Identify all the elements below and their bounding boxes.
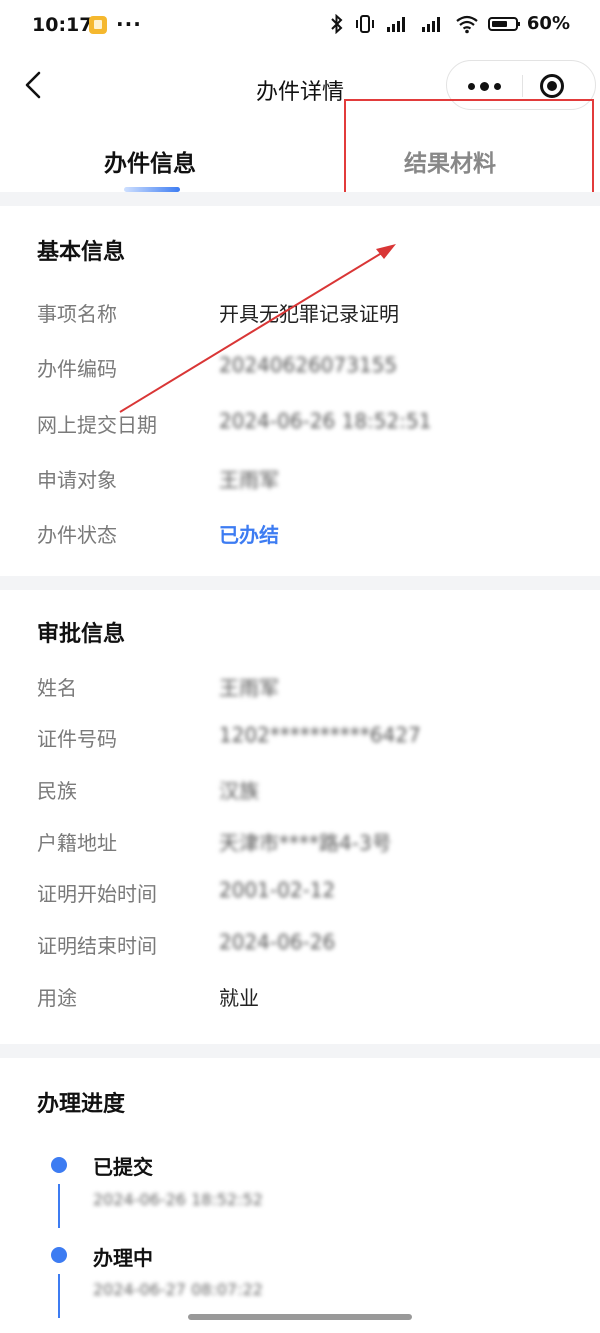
row-label: 户籍地址	[37, 831, 117, 855]
row-label: 网上提交日期	[37, 413, 157, 437]
row-label: 用途	[37, 986, 77, 1010]
row-value: 2001-02-12	[219, 878, 336, 902]
status-more-icon: ···	[116, 12, 142, 36]
row-value: 天津市****路4-3号	[219, 831, 392, 855]
info-row: 事项名称 开具无犯罪记录证明	[0, 298, 600, 328]
status-badge: 已办结	[219, 523, 279, 547]
row-value: 2024-06-26 18:52:51	[219, 409, 432, 433]
row-value: 王雨军	[219, 468, 279, 492]
row-label: 证明结束时间	[37, 934, 157, 958]
status-indicators: 60%	[329, 13, 570, 34]
info-row: 用途 就业	[0, 982, 600, 1012]
close-miniprogram-icon[interactable]	[540, 74, 564, 98]
row-label: 事项名称	[37, 302, 117, 326]
timeline-line	[58, 1274, 60, 1318]
bluetooth-icon	[331, 13, 343, 34]
timeline-step-title: 办理中	[93, 1246, 153, 1270]
section-divider	[0, 1044, 600, 1058]
section-divider	[0, 576, 600, 590]
row-value: 20240626073155	[219, 353, 398, 377]
progress-title: 办理进度	[37, 1092, 126, 1117]
row-value: 开具无犯罪记录证明	[219, 302, 399, 326]
capsule-divider	[522, 75, 523, 97]
vibrate-icon	[355, 14, 374, 33]
row-value: 汉族	[219, 779, 259, 803]
row-value: 2024-06-26	[219, 930, 336, 954]
status-bar: 10:17 ··· 60%	[0, 0, 600, 52]
approval-info-title: 审批信息	[37, 622, 126, 647]
timeline-step-title: 已提交	[93, 1155, 153, 1179]
notification-app-icon	[89, 16, 107, 34]
info-row: 姓名 王雨军	[0, 672, 600, 702]
timeline-line	[58, 1184, 60, 1228]
row-label: 姓名	[37, 676, 77, 700]
home-indicator[interactable]	[188, 1314, 412, 1320]
info-row: 办件编码 20240626073155	[0, 353, 600, 383]
approval-info-card: 审批信息 姓名 王雨军 证件号码 1202**********6427 民族 汉…	[0, 590, 600, 1044]
timeline-dot	[51, 1247, 67, 1263]
timeline-step-time: 2024-06-27 08:07:22	[93, 1280, 263, 1299]
progress-card: 办理进度 已提交 2024-06-26 18:52:52 办理中 2024-06…	[0, 1058, 600, 1333]
info-row: 户籍地址 天津市****路4-3号	[0, 827, 600, 857]
info-row: 办件状态 已办结	[0, 519, 600, 549]
row-label: 办件状态	[37, 523, 117, 547]
info-row: 民族 汉族	[0, 775, 600, 805]
wifi-icon	[456, 15, 478, 33]
basic-info-title: 基本信息	[37, 240, 126, 265]
tab-info[interactable]: 办件信息	[0, 122, 300, 192]
row-value: 王雨军	[219, 676, 279, 700]
info-row: 证件号码 1202**********6427	[0, 723, 600, 753]
row-label: 证明开始时间	[37, 882, 157, 906]
status-time: 10:17	[32, 14, 93, 36]
section-divider	[0, 192, 600, 206]
info-row: 证明开始时间 2001-02-12	[0, 878, 600, 908]
row-value: 就业	[219, 986, 259, 1010]
row-label: 办件编码	[37, 357, 117, 381]
row-value: 1202**********6427	[219, 723, 421, 747]
basic-info-card: 基本信息 事项名称 开具无犯罪记录证明 办件编码 20240626073155 …	[0, 206, 600, 576]
info-row: 申请对象 王雨军	[0, 464, 600, 494]
row-label: 申请对象	[37, 468, 117, 492]
battery-level: 60%	[526, 13, 570, 34]
row-label: 民族	[37, 779, 77, 803]
battery-icon	[487, 16, 520, 31]
signal-icon-2	[421, 16, 440, 32]
info-row: 网上提交日期 2024-06-26 18:52:51	[0, 409, 600, 439]
signal-icon	[386, 16, 405, 32]
row-label: 证件号码	[37, 727, 117, 751]
info-row: 证明结束时间 2024-06-26	[0, 930, 600, 960]
timeline-step-time: 2024-06-26 18:52:52	[93, 1190, 263, 1209]
timeline-dot	[51, 1157, 67, 1173]
